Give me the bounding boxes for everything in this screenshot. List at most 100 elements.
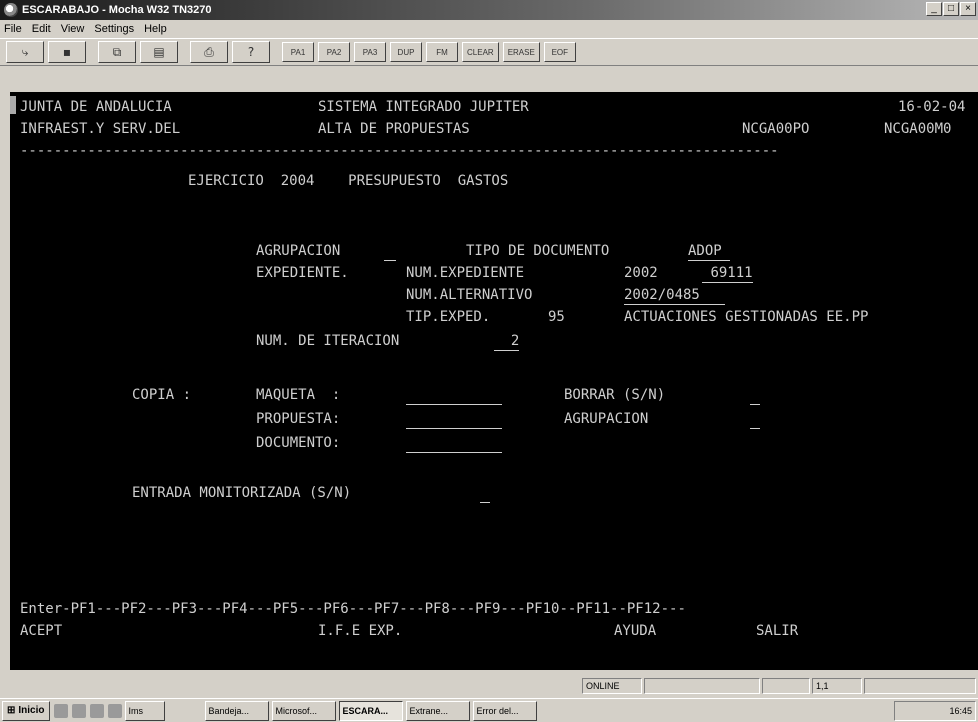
minimize-button[interactable]: _ [926, 2, 942, 16]
printer-icon: ⎙ [204, 44, 214, 59]
iteracion-field[interactable]: 2 [494, 332, 520, 351]
quicklaunch-media-icon[interactable] [107, 703, 122, 718]
num-expediente-label: NUM.EXPEDIENTE [406, 265, 525, 281]
menu-edit[interactable]: Edit [32, 23, 51, 35]
entrada-monitorizada-field[interactable] [480, 484, 490, 503]
pf-ayuda[interactable]: AYUDA [614, 622, 656, 640]
menu-bar: File Edit View Settings Help [0, 20, 978, 38]
app-icon [4, 3, 18, 17]
ejercicio-line: EJERCICIO 2004 PRESUPUESTO GASTOS [188, 173, 509, 189]
taskbar-item-escarabajo[interactable]: ESCARA... [338, 700, 403, 721]
eof-button[interactable]: EOF [543, 42, 576, 62]
num-expediente-year[interactable]: 2002 [624, 264, 658, 282]
help-button[interactable]: ? [232, 41, 270, 63]
paste-button[interactable]: ▤ [140, 41, 178, 63]
agrupacion-copia-field[interactable] [750, 410, 760, 429]
windows-logo-icon: ⊞ [7, 705, 16, 716]
title-bar: ESCARABAJO - Mocha W32 TN3270 _ □ × [0, 0, 978, 20]
help-icon: ? [247, 45, 255, 59]
maqueta-field[interactable] [406, 386, 502, 405]
menu-help[interactable]: Help [144, 23, 167, 35]
agrupacion-label: AGRUPACION [256, 243, 341, 259]
pa1-button[interactable]: PA1 [282, 42, 314, 62]
copia-label: COPIA : [132, 387, 192, 403]
header-system: SISTEMA INTEGRADO JUPITER [318, 99, 529, 115]
taskbar-item-microsoft[interactable]: Microsof... [271, 700, 336, 721]
documento-label: DOCUMENTO: [256, 435, 341, 451]
taskbar-item-extranet[interactable]: Extrane... [405, 700, 470, 721]
agrupacion-copia-label: AGRUPACION [564, 411, 649, 427]
disconnect-button[interactable]: ▪ [48, 41, 86, 63]
menu-view[interactable]: View [61, 23, 85, 35]
terminal-screen[interactable]: JUNTA DE ANDALUCIA SISTEMA INTEGRADO JUP… [10, 92, 978, 670]
separator-line: ----------------------------------------… [20, 143, 779, 159]
header-org: JUNTA DE ANDALUCIA [20, 99, 172, 115]
iteracion-label: NUM. DE ITERACION [256, 333, 400, 349]
maqueta-label: MAQUETA : [256, 387, 341, 403]
tip-exped-description: ACTUACIONES GESTIONADAS EE.PP [624, 309, 869, 325]
pf-ife-exp[interactable]: I.F.E EXP. [318, 622, 402, 640]
copy-button[interactable]: ⧉ [98, 41, 136, 63]
cursor-marker [10, 96, 16, 114]
borrar-label: BORRAR (S/N) [564, 387, 666, 403]
taskbar-item-bandeja[interactable]: Bandeja... [204, 700, 269, 721]
menu-file[interactable]: File [4, 23, 22, 35]
tip-exped-field[interactable]: 95 [548, 308, 565, 326]
taskbar-item-ims[interactable]: Ims [124, 700, 165, 721]
close-button[interactable]: × [960, 2, 976, 16]
start-label: Inicio [18, 705, 45, 716]
expediente-label: EXPEDIENTE. [256, 265, 349, 281]
program-code: NCGA00PO [742, 121, 810, 137]
quicklaunch-folder-icon[interactable] [71, 703, 86, 718]
copy-icon: ⧉ [112, 44, 122, 59]
header-date: 16-02-04 [898, 99, 966, 115]
tipo-documento-label: TIPO DE DOCUMENTO [466, 243, 610, 259]
map-code: NCGA00M0 [884, 121, 952, 137]
connect-button[interactable]: ⤷ [6, 41, 44, 63]
status-cursor-pos: 1,1 [812, 678, 862, 694]
paste-icon: ▤ [153, 45, 165, 59]
tray-clock: 16:45 [949, 706, 972, 716]
header-dept: INFRAEST.Y SERV.DEL [20, 121, 181, 137]
terminal-frame [0, 66, 978, 92]
propuesta-label: PROPUESTA: [256, 411, 341, 427]
agrupacion-field[interactable] [384, 242, 396, 261]
num-alternativo-label: NUM.ALTERNATIVO [406, 287, 533, 303]
clear-button[interactable]: CLEAR [462, 42, 499, 62]
pf-acept[interactable]: ACEPT [20, 622, 62, 640]
maximize-button[interactable]: □ [943, 2, 959, 16]
connect-icon: ⤷ [21, 44, 29, 59]
entrada-monitorizada-label: ENTRADA MONITORIZADA (S/N) [132, 485, 352, 501]
taskbar: ⊞ Inicio Ims Bandeja... Microsof... ESCAR… [0, 698, 978, 722]
erase-button[interactable]: ERASE [502, 42, 540, 62]
toolbar: ⤷ ▪ ⧉ ▤ ⎙ ? PA1 PA2 PA3 DUP FM CLEAR ERA… [0, 38, 978, 66]
fm-button[interactable]: FM [426, 42, 458, 62]
screen-title: ALTA DE PROPUESTAS [318, 121, 470, 137]
window-controls: _ □ × [925, 2, 976, 16]
documento-field[interactable] [406, 434, 502, 453]
borrar-field[interactable] [750, 386, 760, 405]
disconnect-icon: ▪ [62, 45, 72, 59]
pa2-button[interactable]: PA2 [318, 42, 350, 62]
status-empty-2 [762, 678, 810, 694]
dup-button[interactable]: DUP [390, 42, 422, 62]
pf-key-line: Enter-PF1---PF2---PF3---PF4---PF5---PF6-… [20, 601, 686, 617]
num-alternativo-field[interactable]: 2002/0485 [624, 286, 726, 305]
print-button[interactable]: ⎙ [190, 41, 228, 63]
tipo-documento-field[interactable]: ADOP [688, 242, 731, 261]
propuesta-field[interactable] [406, 410, 502, 429]
tip-exped-label: TIP.EXPED. [406, 309, 491, 325]
pf-salir[interactable]: SALIR [756, 622, 798, 640]
quicklaunch-desktop-icon[interactable] [89, 703, 104, 718]
system-tray: 16:45 [894, 701, 976, 721]
quicklaunch-ie-icon[interactable] [53, 703, 68, 718]
window-title: ESCARABAJO - Mocha W32 TN3270 [22, 4, 212, 16]
status-online: ONLINE [582, 678, 642, 694]
taskbar-item-error[interactable]: Error del... [472, 700, 537, 721]
pa3-button[interactable]: PA3 [354, 42, 386, 62]
num-expediente-field[interactable]: 69111 [702, 264, 753, 283]
status-empty-1 [644, 678, 760, 694]
start-button[interactable]: ⊞ Inicio [2, 700, 50, 721]
status-bar: ONLINE 1,1 [0, 676, 978, 696]
menu-settings[interactable]: Settings [94, 23, 134, 35]
